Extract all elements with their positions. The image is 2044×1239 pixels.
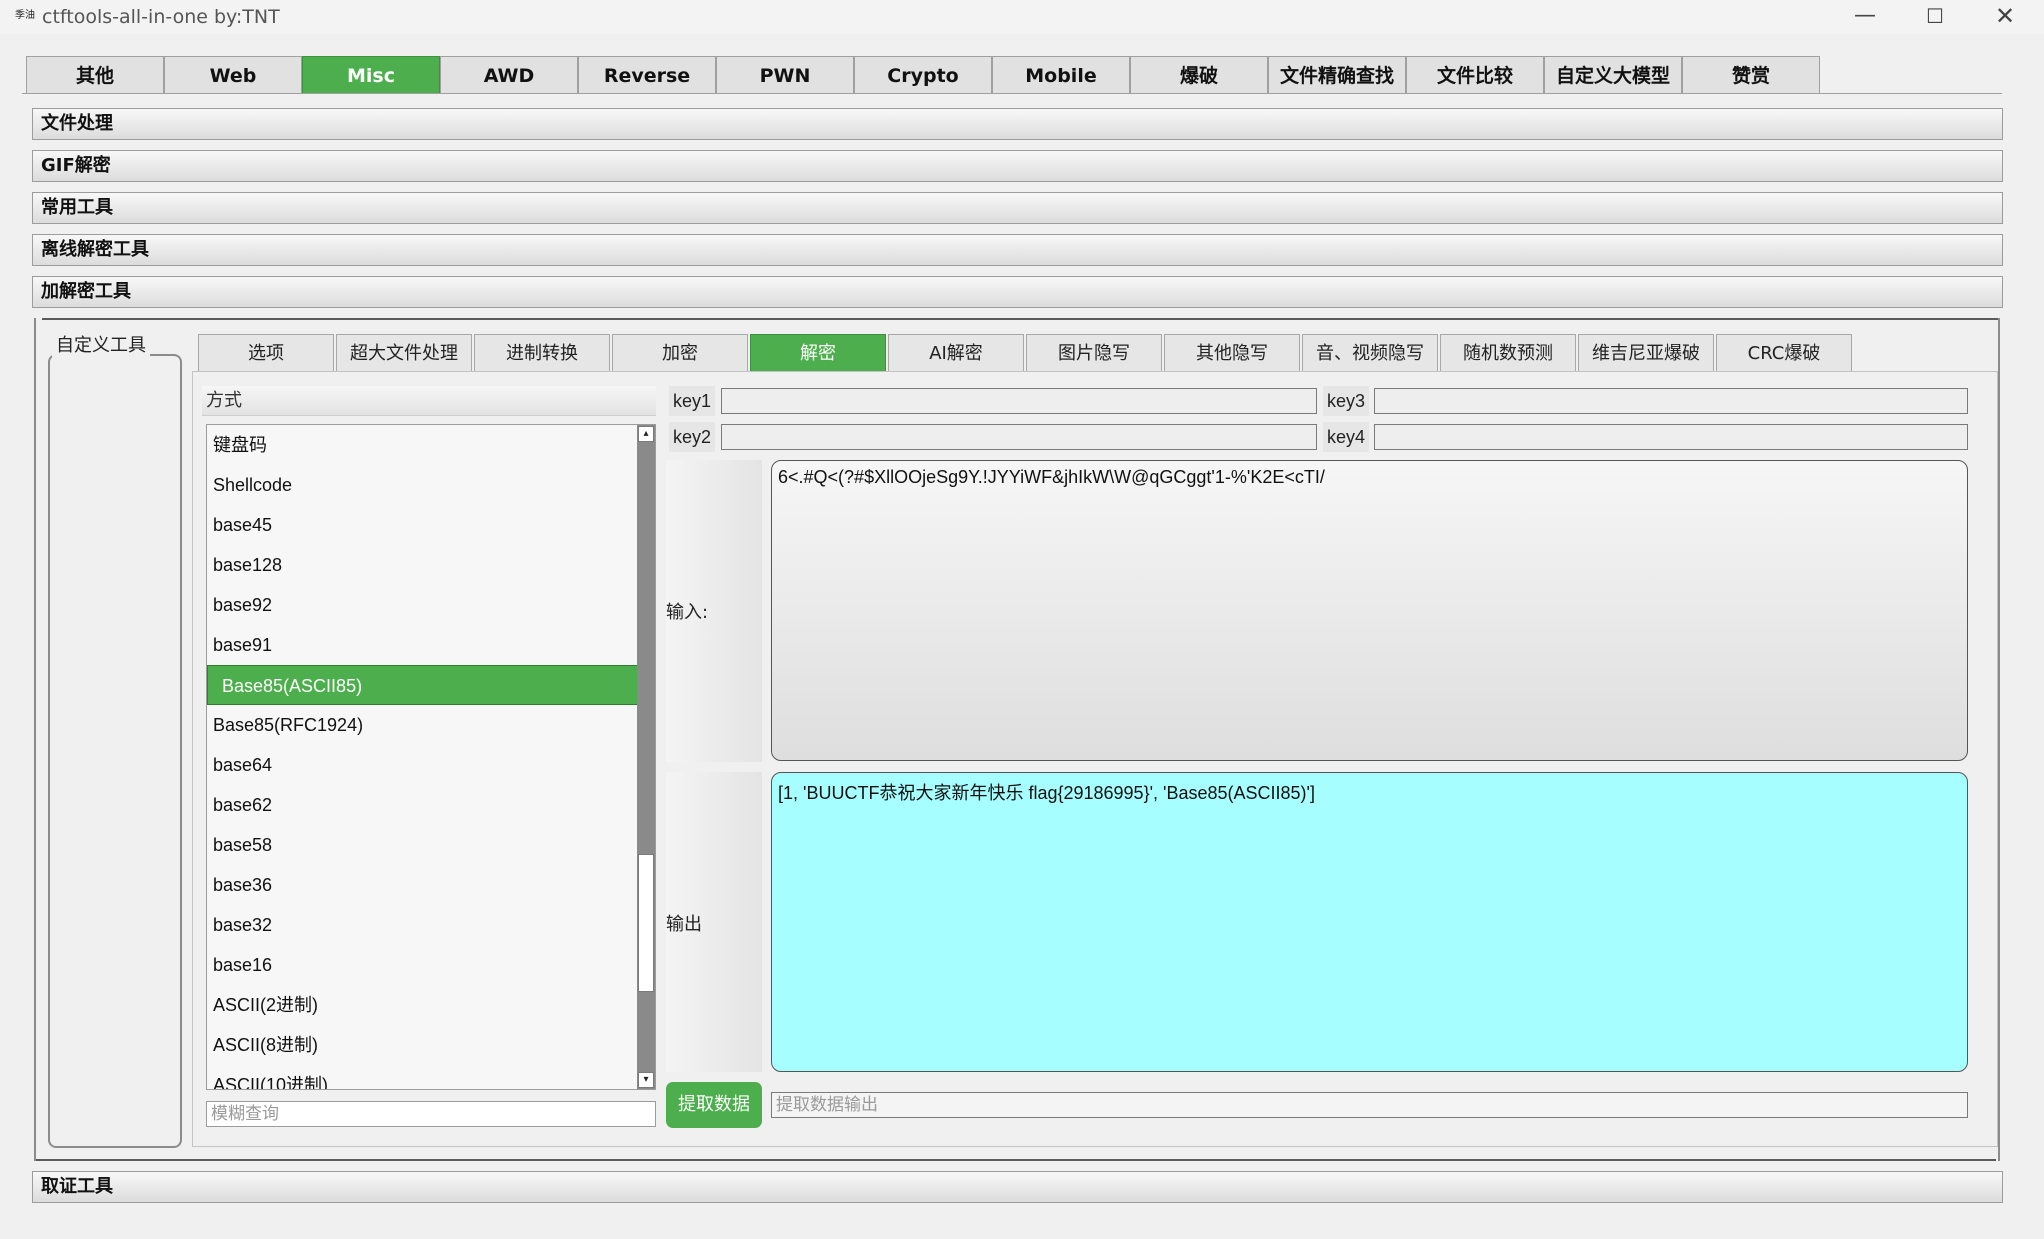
- output-label: 输出: [666, 914, 702, 935]
- list-item[interactable]: Shellcode: [207, 465, 639, 505]
- tab-av-stego[interactable]: 音、视频隐写: [1302, 334, 1438, 372]
- key1-label: key1: [669, 386, 716, 416]
- key4-input[interactable]: [1374, 424, 1968, 450]
- key1-input[interactable]: [721, 388, 1317, 414]
- tab-crc-brute[interactable]: CRC爆破: [1716, 334, 1852, 372]
- tab-donate[interactable]: 赞赏: [1682, 56, 1820, 94]
- input-textarea[interactable]: 6<.#Q<(?#$XllOOjeSg9Y.!JYYiWF&jhIkW\W@qG…: [771, 460, 1968, 761]
- extract-output-field[interactable]: [771, 1092, 1968, 1118]
- key3-label: key3: [1323, 386, 1370, 416]
- tab-decrypt[interactable]: 解密: [750, 334, 886, 372]
- app-icon: 季油: [15, 10, 35, 21]
- list-item[interactable]: base45: [207, 505, 639, 545]
- fuzzy-search-input[interactable]: [206, 1101, 656, 1127]
- tab-awd[interactable]: AWD: [440, 56, 578, 94]
- list-item[interactable]: ASCII(8进制): [207, 1025, 639, 1065]
- section-gif-decrypt[interactable]: GIF解密: [32, 150, 2003, 182]
- section-offline-decrypt[interactable]: 离线解密工具: [32, 234, 2003, 266]
- method-header: 方式: [202, 386, 656, 416]
- input-label: 输入:: [666, 602, 709, 623]
- tab-ai-decrypt[interactable]: AI解密: [888, 334, 1024, 372]
- tab-file-compare[interactable]: 文件比较: [1406, 56, 1544, 94]
- section-file-processing[interactable]: 文件处理: [32, 108, 2003, 140]
- method-list[interactable]: 键盘码 Shellcode base45 base128 base92 base…: [206, 424, 656, 1090]
- tab-image-stego[interactable]: 图片隐写: [1026, 334, 1162, 372]
- tab-web[interactable]: Web: [164, 56, 302, 94]
- tab-encrypt[interactable]: 加密: [612, 334, 748, 372]
- tab-other[interactable]: 其他: [26, 56, 164, 94]
- list-item[interactable]: Base85(RFC1924): [207, 705, 639, 745]
- list-item[interactable]: ASCII(2进制): [207, 985, 639, 1025]
- tab-large-file[interactable]: 超大文件处理: [336, 334, 472, 372]
- tab-misc[interactable]: Misc: [302, 56, 440, 94]
- section-common-tools[interactable]: 常用工具: [32, 192, 2003, 224]
- key2-label: key2: [669, 422, 716, 452]
- list-item[interactable]: ASCII(10进制): [207, 1065, 639, 1089]
- title-bar: [0, 0, 2044, 34]
- close-button[interactable]: ✕: [1970, 0, 2040, 34]
- tab-mobile[interactable]: Mobile: [992, 56, 1130, 94]
- list-item[interactable]: base62: [207, 785, 639, 825]
- tab-reverse[interactable]: Reverse: [578, 56, 716, 94]
- output-textarea[interactable]: [1, 'BUUCTF恭祝大家新年快乐 flag{29186995}', 'Ba…: [771, 772, 1968, 1072]
- panel-top-border: [42, 318, 1998, 320]
- custom-tools-label: 自定义工具: [52, 334, 150, 358]
- tab-vigenere-brute[interactable]: 维吉尼亚爆破: [1578, 334, 1714, 372]
- scroll-down-icon[interactable]: ▾: [638, 1072, 654, 1088]
- minimize-button[interactable]: —: [1830, 0, 1900, 34]
- list-item[interactable]: base92: [207, 585, 639, 625]
- tab-bruteforce[interactable]: 爆破: [1130, 56, 1268, 94]
- tab-other-stego[interactable]: 其他隐写: [1164, 334, 1300, 372]
- tab-file-exact-search[interactable]: 文件精确查找: [1268, 56, 1406, 94]
- tab-options[interactable]: 选项: [198, 334, 334, 372]
- scroll-up-icon[interactable]: ▴: [638, 426, 654, 442]
- tab-base-convert[interactable]: 进制转换: [474, 334, 610, 372]
- list-item[interactable]: base58: [207, 825, 639, 865]
- list-item[interactable]: base36: [207, 865, 639, 905]
- section-forensics[interactable]: 取证工具: [32, 1171, 2003, 1203]
- list-item[interactable]: 键盘码: [207, 425, 639, 465]
- panel-bottom-border: [36, 1159, 1996, 1161]
- tab-custom-llm[interactable]: 自定义大模型: [1544, 56, 1682, 94]
- key3-input[interactable]: [1374, 388, 1968, 414]
- list-item[interactable]: base64: [207, 745, 639, 785]
- extract-data-button[interactable]: 提取数据: [666, 1082, 762, 1128]
- list-item[interactable]: base128: [207, 545, 639, 585]
- list-item[interactable]: base16: [207, 945, 639, 985]
- list-item-selected[interactable]: Base85(ASCII85): [207, 665, 639, 705]
- section-encrypt-decrypt[interactable]: 加解密工具: [32, 276, 2003, 308]
- list-item[interactable]: base32: [207, 905, 639, 945]
- key2-input[interactable]: [721, 424, 1317, 450]
- tab-random-predict[interactable]: 随机数预测: [1440, 334, 1576, 372]
- list-item[interactable]: base91: [207, 625, 639, 665]
- key4-label: key4: [1323, 422, 1370, 452]
- custom-tools-box: [48, 354, 182, 1148]
- tab-bar-divider: [22, 93, 2002, 94]
- scrollbar-thumb[interactable]: [638, 854, 654, 992]
- window-title: ctftools-all-in-one by:TNT: [42, 6, 280, 28]
- maximize-button[interactable]: ☐: [1900, 0, 1970, 34]
- tab-pwn[interactable]: PWN: [716, 56, 854, 94]
- tab-crypto[interactable]: Crypto: [854, 56, 992, 94]
